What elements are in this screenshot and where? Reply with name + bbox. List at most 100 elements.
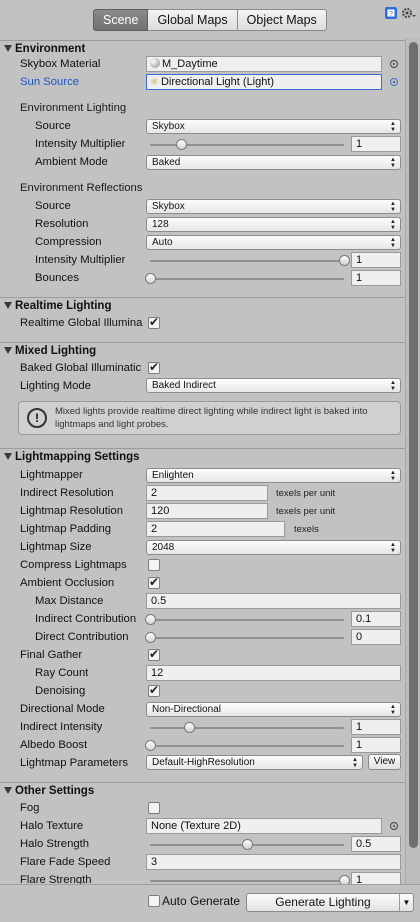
section-lightmapping-settings[interactable]: Lightmapping Settings bbox=[0, 448, 405, 466]
indirect-contribution-label: Indirect Contribution bbox=[35, 613, 137, 625]
indirect-resolution-field[interactable]: 2 bbox=[146, 485, 268, 501]
slider-knob[interactable] bbox=[145, 740, 156, 751]
sun-source-label: Sun Source bbox=[20, 76, 80, 88]
slider-knob[interactable] bbox=[242, 839, 253, 850]
source-label: Source bbox=[35, 120, 71, 132]
flare-fade-speed-field[interactable]: 3 bbox=[146, 854, 401, 870]
slider-knob[interactable] bbox=[176, 139, 188, 150]
halo-strength-label: Halo Strength bbox=[20, 838, 90, 850]
dropdown-arrows-icon: ▲ ▼ bbox=[390, 380, 396, 392]
halo-strength-field[interactable]: 0.5 bbox=[351, 836, 401, 852]
skybox-material-field[interactable]: M_Daytime bbox=[146, 56, 382, 72]
reflection-intensity-slider[interactable] bbox=[150, 255, 350, 267]
flare-strength-field[interactable]: 1 bbox=[351, 872, 401, 884]
indirect-contribution-field[interactable]: 0.1 bbox=[351, 611, 401, 627]
section-mixed-lighting[interactable]: Mixed Lighting bbox=[0, 342, 405, 360]
ambient-occlusion-label: Ambient Occlusion bbox=[20, 577, 115, 589]
dropdown-arrows-icon: ▲ ▼ bbox=[390, 542, 396, 554]
collapse-triangle-icon bbox=[4, 787, 12, 794]
lightmap-resolution-field[interactable]: 120 bbox=[146, 503, 268, 519]
tab-object-maps[interactable]: Object Maps bbox=[237, 9, 327, 31]
ambient-occlusion-checkbox[interactable] bbox=[148, 575, 160, 589]
info-exclamation-icon: ! bbox=[27, 408, 47, 428]
flare-strength-slider[interactable] bbox=[150, 875, 350, 884]
slider-track bbox=[150, 637, 344, 639]
directional-mode-dropdown[interactable]: Non-Directional ▲ ▼ bbox=[146, 702, 401, 717]
halo-strength-slider[interactable] bbox=[150, 839, 344, 851]
compression-dropdown[interactable]: Auto ▲ ▼ bbox=[146, 235, 401, 250]
lighting-mode-dropdown[interactable]: Baked Indirect ▲ ▼ bbox=[146, 378, 401, 393]
environment-reflections-header: Environment Reflections bbox=[20, 182, 143, 194]
object-picker-icon[interactable] bbox=[390, 60, 398, 68]
baked-gi-checkbox[interactable] bbox=[148, 360, 160, 374]
direct-contribution-slider[interactable] bbox=[145, 632, 344, 644]
lighting-settings-panel[interactable]: Environment Skybox Material M_Daytime Su… bbox=[0, 38, 405, 884]
indirect-intensity-field[interactable]: 1 bbox=[351, 719, 401, 735]
sun-source-field[interactable]: ⚛ Directional Light (Light) bbox=[146, 74, 382, 90]
slider-knob[interactable] bbox=[145, 632, 156, 643]
section-other-settings[interactable]: Other Settings bbox=[0, 782, 405, 800]
bounces-slider[interactable] bbox=[145, 273, 344, 285]
slider-knob[interactable] bbox=[145, 614, 156, 625]
section-realtime-lighting[interactable]: Realtime Lighting bbox=[0, 297, 405, 315]
reflection-source-dropdown[interactable]: Skybox ▲ ▼ bbox=[146, 199, 401, 214]
realtime-gi-checkbox[interactable] bbox=[148, 315, 160, 329]
bounces-field[interactable]: 1 bbox=[351, 270, 401, 286]
lightmap-size-label: Lightmap Size bbox=[20, 541, 92, 553]
settings-gear-icon[interactable] bbox=[401, 6, 417, 20]
halo-texture-field[interactable]: None (Texture 2D) bbox=[146, 818, 382, 834]
intensity-multiplier-field[interactable]: 1 bbox=[351, 136, 401, 152]
ambient-mode-label: Ambient Mode bbox=[35, 156, 108, 168]
dropdown-value: Default-HighResolution bbox=[152, 757, 255, 768]
indirect-intensity-slider[interactable] bbox=[150, 722, 344, 734]
reflection-intensity-field[interactable]: 1 bbox=[351, 252, 401, 268]
slider-knob[interactable] bbox=[183, 722, 195, 733]
slider-knob[interactable] bbox=[145, 273, 156, 284]
albedo-boost-field[interactable]: 1 bbox=[351, 737, 401, 753]
ray-count-label: Ray Count bbox=[35, 667, 89, 679]
scrollbar-thumb[interactable] bbox=[409, 42, 418, 848]
fog-checkbox[interactable] bbox=[148, 802, 160, 814]
max-distance-field[interactable]: 0.5 bbox=[146, 593, 401, 609]
final-gather-checkbox[interactable] bbox=[148, 647, 160, 661]
lightmapper-dropdown[interactable]: Enlighten ▲ ▼ bbox=[146, 468, 401, 483]
object-picker-icon[interactable] bbox=[390, 78, 398, 86]
lightmap-resolution-label: Lightmap Resolution bbox=[20, 505, 123, 517]
vertical-scrollbar[interactable] bbox=[405, 38, 420, 884]
resolution-dropdown[interactable]: 128 ▲ ▼ bbox=[146, 217, 401, 232]
slider-knob[interactable] bbox=[339, 875, 350, 884]
lightmap-parameters-label: Lightmap Parameters bbox=[20, 757, 128, 769]
dropdown-arrow-icon[interactable]: ▼ bbox=[399, 894, 413, 911]
tab-scene[interactable]: Scene bbox=[93, 9, 149, 31]
svg-text:?: ? bbox=[389, 11, 393, 18]
auto-generate-checkbox[interactable] bbox=[148, 895, 160, 907]
help-text: Mixed lights provide realtime direct lig… bbox=[55, 406, 368, 430]
lightmap-padding-field[interactable]: 2 bbox=[146, 521, 285, 537]
dropdown-value: Baked Indirect bbox=[152, 380, 216, 391]
baked-gi-label: Baked Global Illuminatic bbox=[20, 362, 142, 374]
direct-contribution-field[interactable]: 0 bbox=[351, 629, 401, 645]
tab-global-maps[interactable]: Global Maps bbox=[148, 9, 238, 31]
lightmap-size-dropdown[interactable]: 2048 ▲ ▼ bbox=[146, 540, 401, 555]
intensity-multiplier-slider[interactable] bbox=[150, 139, 344, 151]
view-parameters-button[interactable]: View bbox=[368, 754, 401, 770]
ray-count-field[interactable]: 12 bbox=[146, 665, 401, 681]
skybox-material-label: Skybox Material bbox=[20, 58, 101, 70]
help-book-icon[interactable]: ? bbox=[384, 6, 398, 20]
flare-strength-label: Flare Strength bbox=[20, 874, 92, 884]
dropdown-arrows-icon: ▲ ▼ bbox=[390, 219, 396, 231]
denoising-checkbox[interactable] bbox=[148, 683, 160, 697]
lighting-footer: Auto Generate Generate Lighting ▼ bbox=[0, 884, 420, 922]
ambient-mode-dropdown[interactable]: Baked ▲ ▼ bbox=[146, 155, 401, 170]
slider-knob[interactable] bbox=[339, 255, 350, 266]
section-title: Mixed Lighting bbox=[15, 345, 97, 357]
compress-lightmaps-checkbox[interactable] bbox=[148, 559, 160, 571]
object-picker-icon[interactable] bbox=[390, 822, 398, 830]
generate-lighting-button[interactable]: Generate Lighting ▼ bbox=[246, 893, 414, 912]
dropdown-value: Skybox bbox=[152, 121, 185, 132]
dropdown-arrows-icon: ▲ ▼ bbox=[390, 237, 396, 249]
environment-source-dropdown[interactable]: Skybox ▲ ▼ bbox=[146, 119, 401, 134]
indirect-contribution-slider[interactable] bbox=[145, 614, 344, 626]
lightmap-parameters-dropdown[interactable]: Default-HighResolution ▲ ▼ bbox=[146, 755, 363, 770]
albedo-boost-slider[interactable] bbox=[145, 740, 344, 752]
